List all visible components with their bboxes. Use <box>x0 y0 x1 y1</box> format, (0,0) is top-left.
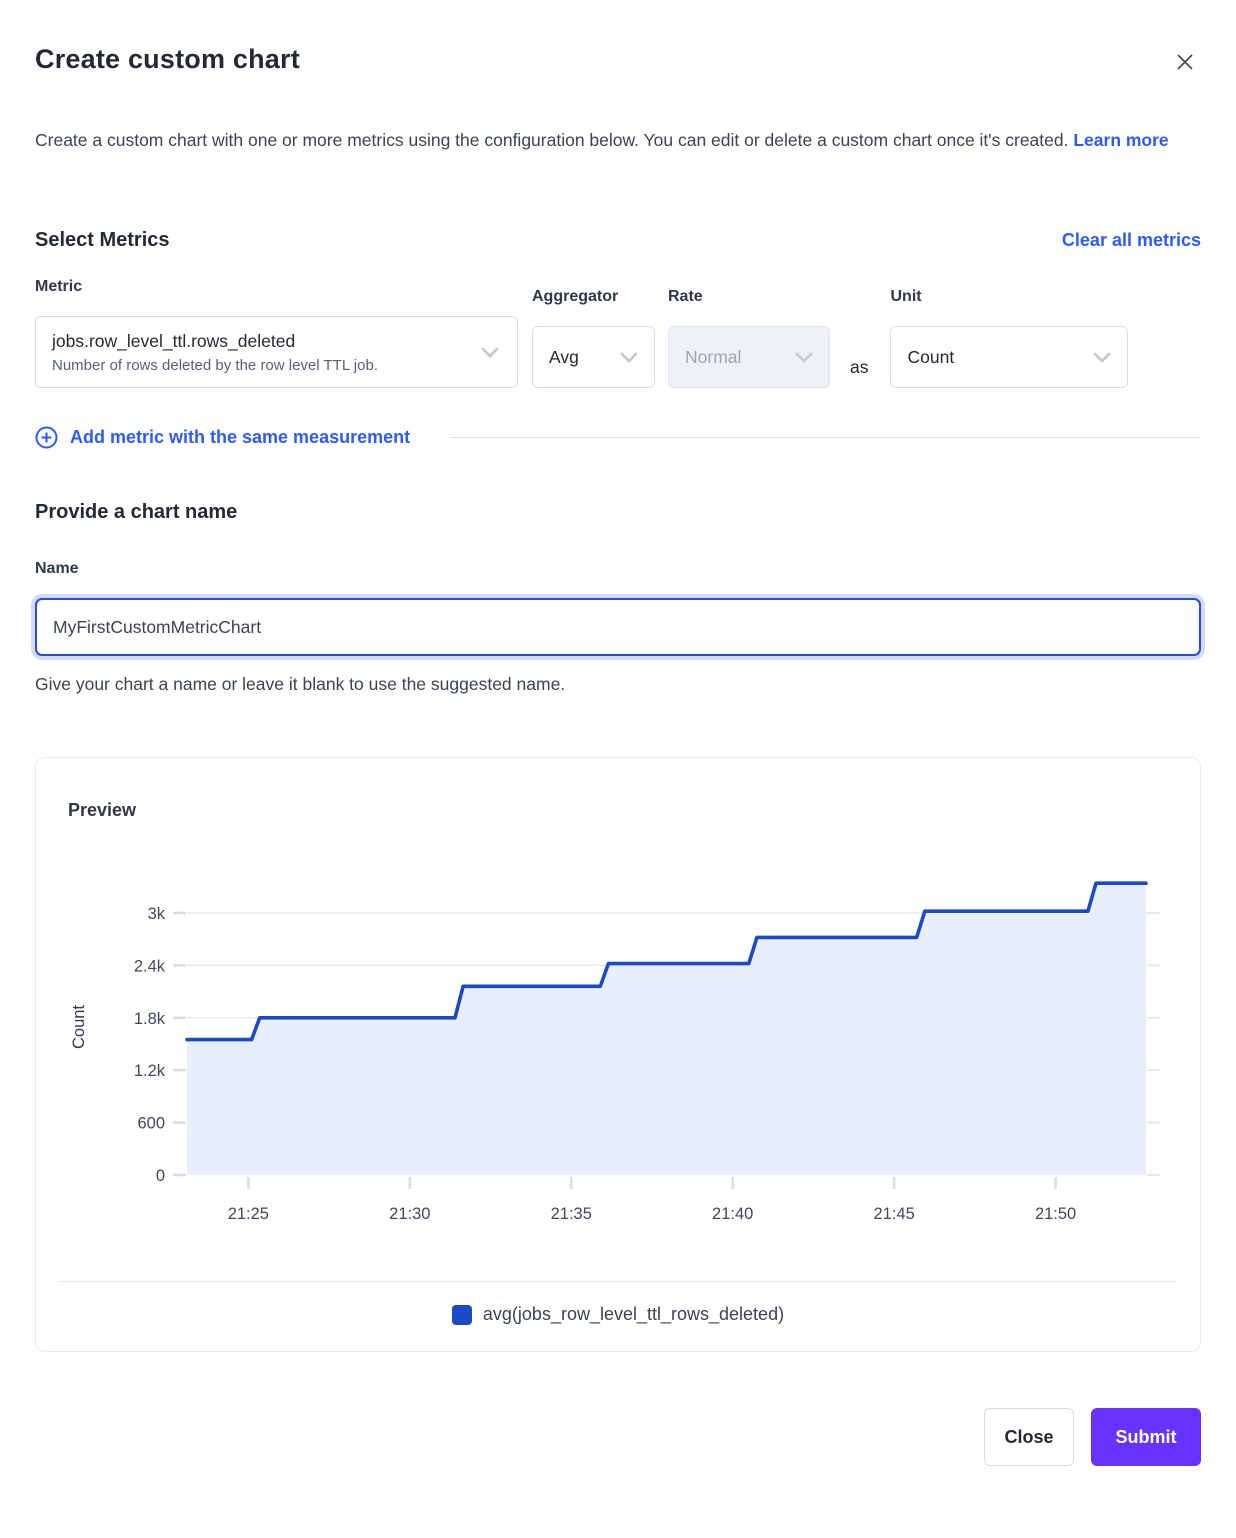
svg-text:21:50: 21:50 <box>1035 1205 1076 1223</box>
svg-text:0: 0 <box>156 1167 165 1185</box>
aggregator-label: Aggregator <box>532 288 655 306</box>
add-metric-link[interactable]: Add metric with the same measurement <box>35 426 410 449</box>
submit-button[interactable]: Submit <box>1091 1408 1201 1466</box>
add-metric-label: Add metric with the same measurement <box>70 427 410 448</box>
create-custom-chart-dialog: Create custom chart Create a custom char… <box>0 0 1236 1466</box>
metric-select-value: jobs.row_level_ttl.rows_deleted <box>52 331 378 352</box>
chevron-down-icon <box>795 352 813 363</box>
metric-label: Metric <box>35 278 518 296</box>
rate-select-disabled: Normal <box>668 326 830 388</box>
unit-select-value: Count <box>907 347 954 368</box>
preview-chart: 06001.2k1.8k2.4k3k21:2521:3021:3521:4021… <box>36 823 1200 1275</box>
svg-text:21:40: 21:40 <box>712 1205 753 1223</box>
svg-text:2.4k: 2.4k <box>134 957 166 975</box>
y-axis-title: Count <box>70 1005 88 1049</box>
metric-select[interactable]: jobs.row_level_ttl.rows_deleted Number o… <box>35 316 518 388</box>
close-button[interactable]: Close <box>984 1408 1074 1466</box>
legend-label: avg(jobs_row_level_ttl_rows_deleted) <box>483 1304 784 1325</box>
metric-select-description: Number of rows deleted by the row level … <box>52 357 378 374</box>
svg-text:1.2k: 1.2k <box>134 1062 166 1080</box>
chart-area <box>187 883 1146 1175</box>
chevron-down-icon <box>620 352 638 363</box>
x-axis-labels: 21:25 21:30 21:35 21:40 21:45 21:50 <box>228 1205 1077 1223</box>
aggregator-select-value: Avg <box>549 347 579 368</box>
preview-heading: Preview <box>68 800 1200 821</box>
chart-name-heading: Provide a chart name <box>35 501 1201 524</box>
clear-all-metrics-link[interactable]: Clear all metrics <box>1062 230 1201 251</box>
name-label: Name <box>35 560 1201 578</box>
unit-label: Unit <box>890 288 1128 306</box>
divider <box>450 437 1201 438</box>
plus-circle-icon <box>35 426 58 449</box>
y-axis-labels: 0 600 1.2k 1.8k 2.4k 3k <box>134 905 166 1185</box>
aggregator-select[interactable]: Avg <box>532 326 655 388</box>
svg-text:21:35: 21:35 <box>551 1205 592 1223</box>
page-title: Create custom chart <box>35 44 300 75</box>
svg-text:21:45: 21:45 <box>873 1205 914 1223</box>
svg-text:21:30: 21:30 <box>389 1205 430 1223</box>
learn-more-link[interactable]: Learn more <box>1073 130 1168 150</box>
metric-config-row: Metric jobs.row_level_ttl.rows_deleted N… <box>35 278 1201 388</box>
select-metrics-heading: Select Metrics <box>35 229 170 252</box>
close-x-glyph <box>1173 50 1197 74</box>
preview-card: Preview 0 600 1.2k 1.8k 2.4k 3k 21:25 21:30 21:3… <box>35 757 1201 1352</box>
description-text: Create a custom chart with one or more m… <box>35 130 1068 150</box>
chevron-down-icon <box>481 347 499 358</box>
rate-label: Rate <box>668 288 830 306</box>
chart-name-input[interactable] <box>35 598 1201 656</box>
chevron-down-icon <box>1093 352 1111 363</box>
svg-text:Count: Count <box>70 1005 88 1049</box>
legend-swatch <box>452 1305 472 1325</box>
name-helper-text: Give your chart a name or leave it blank… <box>35 674 1201 695</box>
svg-text:3k: 3k <box>148 905 166 923</box>
svg-text:21:25: 21:25 <box>228 1205 269 1223</box>
svg-text:600: 600 <box>137 1115 165 1133</box>
divider <box>60 1281 1176 1282</box>
svg-text:1.8k: 1.8k <box>134 1010 166 1028</box>
dialog-description: Create a custom chart with one or more m… <box>35 121 1185 159</box>
chart-legend: avg(jobs_row_level_ttl_rows_deleted) <box>36 1304 1200 1325</box>
as-text: as <box>850 357 868 378</box>
rate-select-value: Normal <box>685 347 741 368</box>
unit-select[interactable]: Count <box>890 326 1128 388</box>
close-icon[interactable] <box>1169 46 1201 81</box>
